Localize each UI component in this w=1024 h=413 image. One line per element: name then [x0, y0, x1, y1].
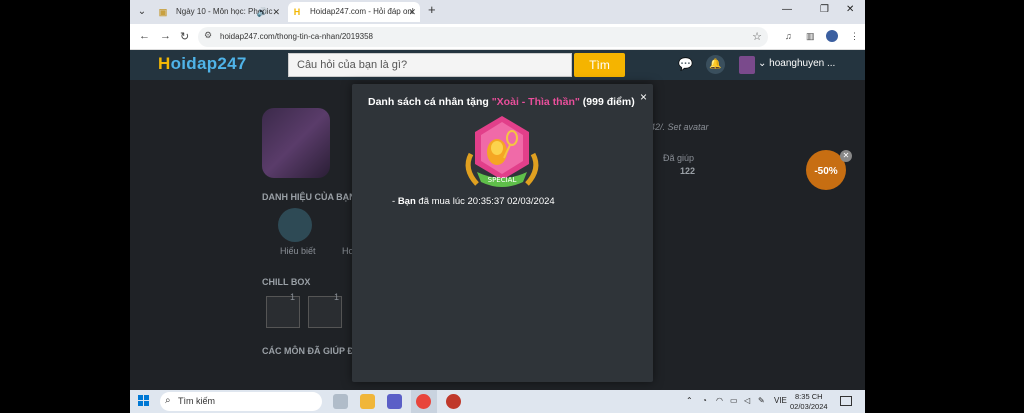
- tray-wifi-icon[interactable]: ◠: [716, 396, 723, 405]
- site-logo[interactable]: Hoidap247: [158, 54, 247, 74]
- profile-avatar-large: [262, 108, 330, 178]
- clock-date: 02/03/2024: [790, 402, 828, 411]
- search-button[interactable]: Tìm: [574, 53, 625, 77]
- side-panel-icon[interactable]: ▥: [806, 31, 815, 42]
- search-label: Tìm kiếm: [178, 396, 215, 406]
- language-indicator[interactable]: VIE: [774, 396, 787, 405]
- tab-close-icon[interactable]: ✕: [272, 2, 280, 22]
- tab-favicon-icon: ▣: [158, 7, 168, 17]
- tray-network-icon[interactable]: ◔: [702, 396, 707, 405]
- restore-icon[interactable]: ❐: [820, 4, 829, 15]
- username[interactable]: ⌄ hoanghuyen ...: [758, 58, 835, 69]
- gift-name: "Xoài - Thìa thần": [491, 96, 580, 108]
- forward-icon[interactable]: →: [160, 30, 171, 42]
- promo-close-icon[interactable]: ✕: [840, 150, 852, 162]
- badge-icon: [278, 208, 312, 242]
- chrome-icon[interactable]: [416, 394, 431, 409]
- clock-time: 8:35 CH: [795, 392, 823, 401]
- windows-taskbar: ⌕ Tìm kiếm ⌃ ◔ ◠ ▭ ◁ ✎ VIE 8:35 CH 02/03…: [130, 390, 865, 413]
- tray-pen-icon[interactable]: ✎: [758, 396, 765, 405]
- tab-search-icon[interactable]: ⌄: [134, 4, 150, 20]
- tab-favicon-icon: H: [293, 7, 301, 17]
- medal-ribbon-text: SPECIAL: [488, 176, 517, 184]
- section-title-chillbox: CHILL BOX: [262, 277, 311, 287]
- reload-icon[interactable]: ↻: [180, 30, 189, 43]
- notification-icon[interactable]: [840, 396, 852, 406]
- purchase-entry: - Bạn đã mua lúc 20:35:37 02/03/2024: [392, 196, 555, 207]
- site-header: Hoidap247 Câu hỏi của bạn là gì? Tìm 💬 🔔…: [130, 50, 865, 80]
- tray-chevron-icon[interactable]: ⌃: [686, 396, 693, 405]
- close-window-icon[interactable]: ✕: [846, 4, 854, 15]
- bookmark-star-icon[interactable]: ☆: [752, 30, 762, 43]
- special-medal-icon: SPECIAL: [465, 116, 539, 187]
- tab-hoidap[interactable]: H Hoidap247.com - Hỏi đáp onl ✕: [288, 2, 420, 22]
- gift-points: (999 điểm): [582, 96, 635, 108]
- modal-close-icon[interactable]: ×: [640, 90, 647, 104]
- chat-icon[interactable]: 💬: [678, 57, 693, 71]
- purchase-time: đã mua lúc 20:35:37 02/03/2024: [415, 196, 555, 207]
- file-explorer-icon[interactable]: [360, 394, 375, 409]
- section-title-subjects: CÁC MÔN ĐÃ GIÚP ĐỠ: [262, 346, 362, 356]
- user-avatar[interactable]: [739, 56, 755, 74]
- search-input[interactable]: Câu hỏi của bạn là gì?: [288, 53, 572, 77]
- chill-count: 1: [290, 292, 296, 302]
- taskbar-clock[interactable]: 8:35 CH 02/03/2024: [790, 392, 828, 412]
- profile-avatar[interactable]: [826, 30, 838, 42]
- tray-volume-icon[interactable]: ◁: [744, 396, 750, 405]
- back-icon[interactable]: ←: [139, 30, 150, 42]
- modal-title-prefix: Danh sách cá nhân tặng: [368, 96, 489, 108]
- modal-title: Danh sách cá nhân tặng "Xoài - Thìa thần…: [368, 96, 635, 108]
- omnibox[interactable]: ⚙ hoidap247.com/thong-tin-ca-nhan/201935…: [198, 27, 768, 47]
- badge-label: Hiếu biết: [280, 246, 316, 256]
- tray-battery-icon[interactable]: ▭: [730, 396, 738, 405]
- task-view-icon[interactable]: [333, 394, 348, 409]
- logo-h: H: [158, 54, 171, 73]
- screen: ⌄ ▣ Ngày 10 - Môn học: Phonic 🔊 ✕ H Hoid…: [130, 0, 865, 413]
- url-text[interactable]: hoidap247.com/thong-tin-ca-nhan/2019358: [220, 32, 373, 41]
- logo-text: oidap247: [170, 54, 247, 73]
- helped-value: 122: [680, 166, 696, 176]
- site-settings-icon[interactable]: ⚙: [204, 30, 212, 41]
- section-title-badges: DANH HIỆU CỦA BẠN: [262, 192, 356, 202]
- chill-count: 1: [334, 292, 340, 302]
- windows-start-icon[interactable]: [138, 395, 150, 407]
- search-icon: ⌕: [165, 395, 171, 406]
- new-tab-button[interactable]: +: [428, 2, 436, 17]
- browser-tab-strip: ⌄ ▣ Ngày 10 - Môn học: Phonic 🔊 ✕ H Hoid…: [130, 0, 865, 24]
- tab-title: Hoidap247.com - Hỏi đáp onl: [310, 7, 414, 16]
- minimize-icon[interactable]: —: [782, 4, 792, 15]
- bell-icon[interactable]: 🔔: [706, 55, 725, 74]
- teams-icon[interactable]: [387, 394, 402, 409]
- gift-list-modal: × Danh sách cá nhân tặng "Xoài - Thìa th…: [352, 84, 653, 382]
- app-icon[interactable]: [446, 394, 461, 409]
- address-bar: ← → ↻ ⚙ hoidap247.com/thong-tin-ca-nhan/…: [130, 24, 865, 50]
- bio-snippet: 42/. Set avatar: [650, 122, 709, 132]
- menu-dots-icon[interactable]: ⋮: [850, 31, 859, 42]
- media-controls-icon[interactable]: ♫: [785, 31, 792, 41]
- tab-phonic[interactable]: ▣ Ngày 10 - Môn học: Phonic 🔊 ✕: [154, 2, 284, 22]
- username-text: hoanghuyen ...: [769, 58, 836, 69]
- helped-label: Đã giúp: [663, 153, 695, 163]
- tab-close-icon[interactable]: ✕: [408, 2, 416, 22]
- buyer-name: Bạn: [397, 196, 416, 207]
- taskbar-search-input[interactable]: ⌕ Tìm kiếm: [160, 392, 322, 411]
- speaker-icon[interactable]: 🔊: [257, 2, 268, 22]
